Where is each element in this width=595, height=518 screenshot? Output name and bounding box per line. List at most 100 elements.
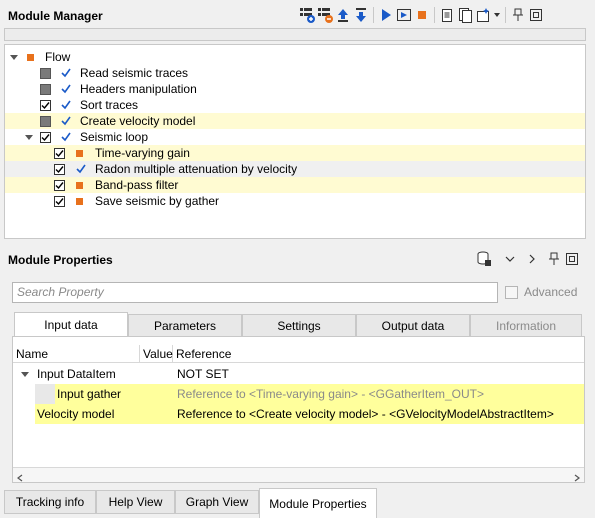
tab-help-view[interactable]: Help View (96, 490, 175, 514)
tree-item-label: Time-varying gain (95, 146, 190, 160)
property-reference: Reference to <Create velocity model> - <… (177, 407, 554, 421)
dropdown-icon[interactable] (492, 6, 502, 24)
property-reference: Reference to <Time-varying gain> - <GGat… (177, 387, 485, 401)
tree-item-label: Band-pass filter (95, 178, 179, 192)
property-row-input-gather[interactable]: Input gather Reference to <Time-varying … (13, 384, 584, 404)
property-row-input-dataitem[interactable]: Input DataItem NOT SET (13, 364, 584, 384)
tree-row-time-varying-gain[interactable]: Time-varying gain (5, 145, 585, 161)
search-property-input[interactable]: Search Property (12, 282, 498, 303)
scroll-right-icon[interactable] (573, 471, 581, 485)
module-enabled-checkbox[interactable] (54, 163, 65, 175)
module-enabled-checkbox[interactable] (40, 83, 51, 95)
toolbar-separator (373, 7, 374, 23)
tab-input-data[interactable]: Input data (14, 312, 128, 337)
tree-item-label: Seismic loop (80, 130, 149, 144)
property-name: Input DataItem (37, 367, 116, 381)
tree-item-label: Radon multiple attenuation by velocity (95, 162, 298, 176)
tree-row-seismic-loop[interactable]: Seismic loop (5, 129, 585, 145)
expand-arrow-icon[interactable] (10, 54, 18, 60)
float-icon[interactable] (527, 6, 545, 24)
tree-row-band-pass-filter[interactable]: Band-pass filter (5, 177, 585, 193)
tab-tracking-info[interactable]: Tracking info (4, 490, 96, 514)
module-properties-title: Module Properties (8, 253, 113, 267)
tree-row-radon-multiple-attenuation[interactable]: Radon multiple attenuation by velocity (5, 161, 585, 177)
chevron-down-icon[interactable] (501, 250, 519, 268)
move-up-icon[interactable] (334, 6, 352, 24)
tree-item-label: Read seismic traces (80, 66, 189, 80)
module-enabled-checkbox[interactable] (54, 147, 65, 159)
module-manager-header-strip (4, 28, 586, 41)
advanced-label: Advanced (524, 285, 578, 299)
move-down-icon[interactable] (352, 6, 370, 24)
new-flow-icon[interactable] (474, 6, 492, 24)
advanced-checkbox[interactable]: Advanced (505, 285, 577, 299)
clipboard-icon[interactable] (438, 6, 456, 24)
tree-row-flow[interactable]: Flow (5, 49, 585, 65)
module-enabled-checkbox[interactable] (54, 195, 65, 207)
property-reference: NOT SET (177, 367, 229, 381)
tree-row-sort-traces[interactable]: Sort traces (5, 97, 585, 113)
module-enabled-checkbox[interactable] (40, 115, 51, 127)
property-name: Velocity model (37, 407, 115, 421)
tree-row-headers-manipulation[interactable]: Headers manipulation (5, 81, 585, 97)
module-enabled-checkbox[interactable] (40, 99, 51, 111)
properties-table-header: Name Value Reference (13, 345, 584, 363)
status-square-icon (76, 181, 83, 189)
module-enabled-checkbox[interactable] (40, 131, 51, 143)
status-square-icon (27, 53, 34, 61)
tree-item-label: Headers manipulation (80, 82, 197, 96)
tab-parameters[interactable]: Parameters (128, 314, 242, 336)
pin-icon[interactable] (509, 6, 527, 24)
module-manager-toolbar (298, 6, 545, 24)
tab-graph-view[interactable]: Graph View (175, 490, 259, 514)
check-mark-icon (75, 161, 87, 177)
tree-root-label: Flow (45, 50, 71, 64)
properties-table[interactable]: Name Value Reference Input DataItem NOT … (12, 336, 585, 483)
tab-module-properties[interactable]: Module Properties (259, 488, 377, 518)
column-header-name[interactable]: Name (13, 345, 140, 363)
toolbar-separator (434, 7, 435, 23)
tab-settings[interactable]: Settings (242, 314, 356, 336)
tree-row-read-seismic-traces[interactable]: Read seismic traces (5, 65, 585, 81)
check-mark-icon (60, 113, 72, 129)
chevron-right-icon[interactable] (523, 250, 541, 268)
module-properties-toolbar (475, 250, 581, 268)
tree-item-label: Save seismic by gather (95, 194, 220, 208)
pin-icon[interactable] (545, 250, 563, 268)
horizontal-scrollbar[interactable] (13, 467, 584, 482)
property-row-velocity-model[interactable]: Velocity model Reference to <Create velo… (13, 404, 584, 424)
column-header-value[interactable]: Value (140, 345, 173, 363)
stop-icon[interactable] (413, 6, 431, 24)
run-step-icon[interactable] (395, 6, 413, 24)
tab-output-data[interactable]: Output data (356, 314, 470, 336)
column-header-reference[interactable]: Reference (173, 345, 584, 363)
status-square-icon (76, 197, 83, 205)
document-icon[interactable] (456, 6, 474, 24)
tree-item-label: Sort traces (80, 98, 139, 112)
tree-item-label: Create velocity model (80, 114, 196, 128)
module-manager-title: Module Manager (8, 9, 103, 23)
flow-tree[interactable]: Flow Read seismic traces Headers manipul… (4, 44, 586, 239)
check-mark-icon (60, 129, 72, 145)
float-icon[interactable] (563, 250, 581, 268)
indent-marker (35, 384, 55, 404)
module-enabled-checkbox[interactable] (54, 179, 65, 191)
check-mark-icon (60, 81, 72, 97)
advanced-checkbox-box[interactable] (505, 285, 518, 299)
toolbar-separator (505, 7, 506, 23)
tab-information: Information (470, 314, 582, 336)
expand-arrow-icon[interactable] (25, 134, 33, 140)
status-square-icon (76, 149, 83, 157)
scroll-left-icon[interactable] (16, 471, 24, 485)
check-mark-icon (60, 65, 72, 81)
module-enabled-checkbox[interactable] (40, 67, 51, 79)
run-icon[interactable] (377, 6, 395, 24)
expand-arrow-icon[interactable] (21, 371, 29, 377)
property-name: Input gather (57, 387, 122, 401)
tree-row-create-velocity-model[interactable]: Create velocity model (5, 113, 585, 129)
add-module-icon[interactable] (298, 6, 316, 24)
remove-module-icon[interactable] (316, 6, 334, 24)
check-mark-icon (60, 97, 72, 113)
database-lock-icon[interactable] (475, 250, 493, 268)
tree-row-save-seismic-by-gather[interactable]: Save seismic by gather (5, 193, 585, 209)
